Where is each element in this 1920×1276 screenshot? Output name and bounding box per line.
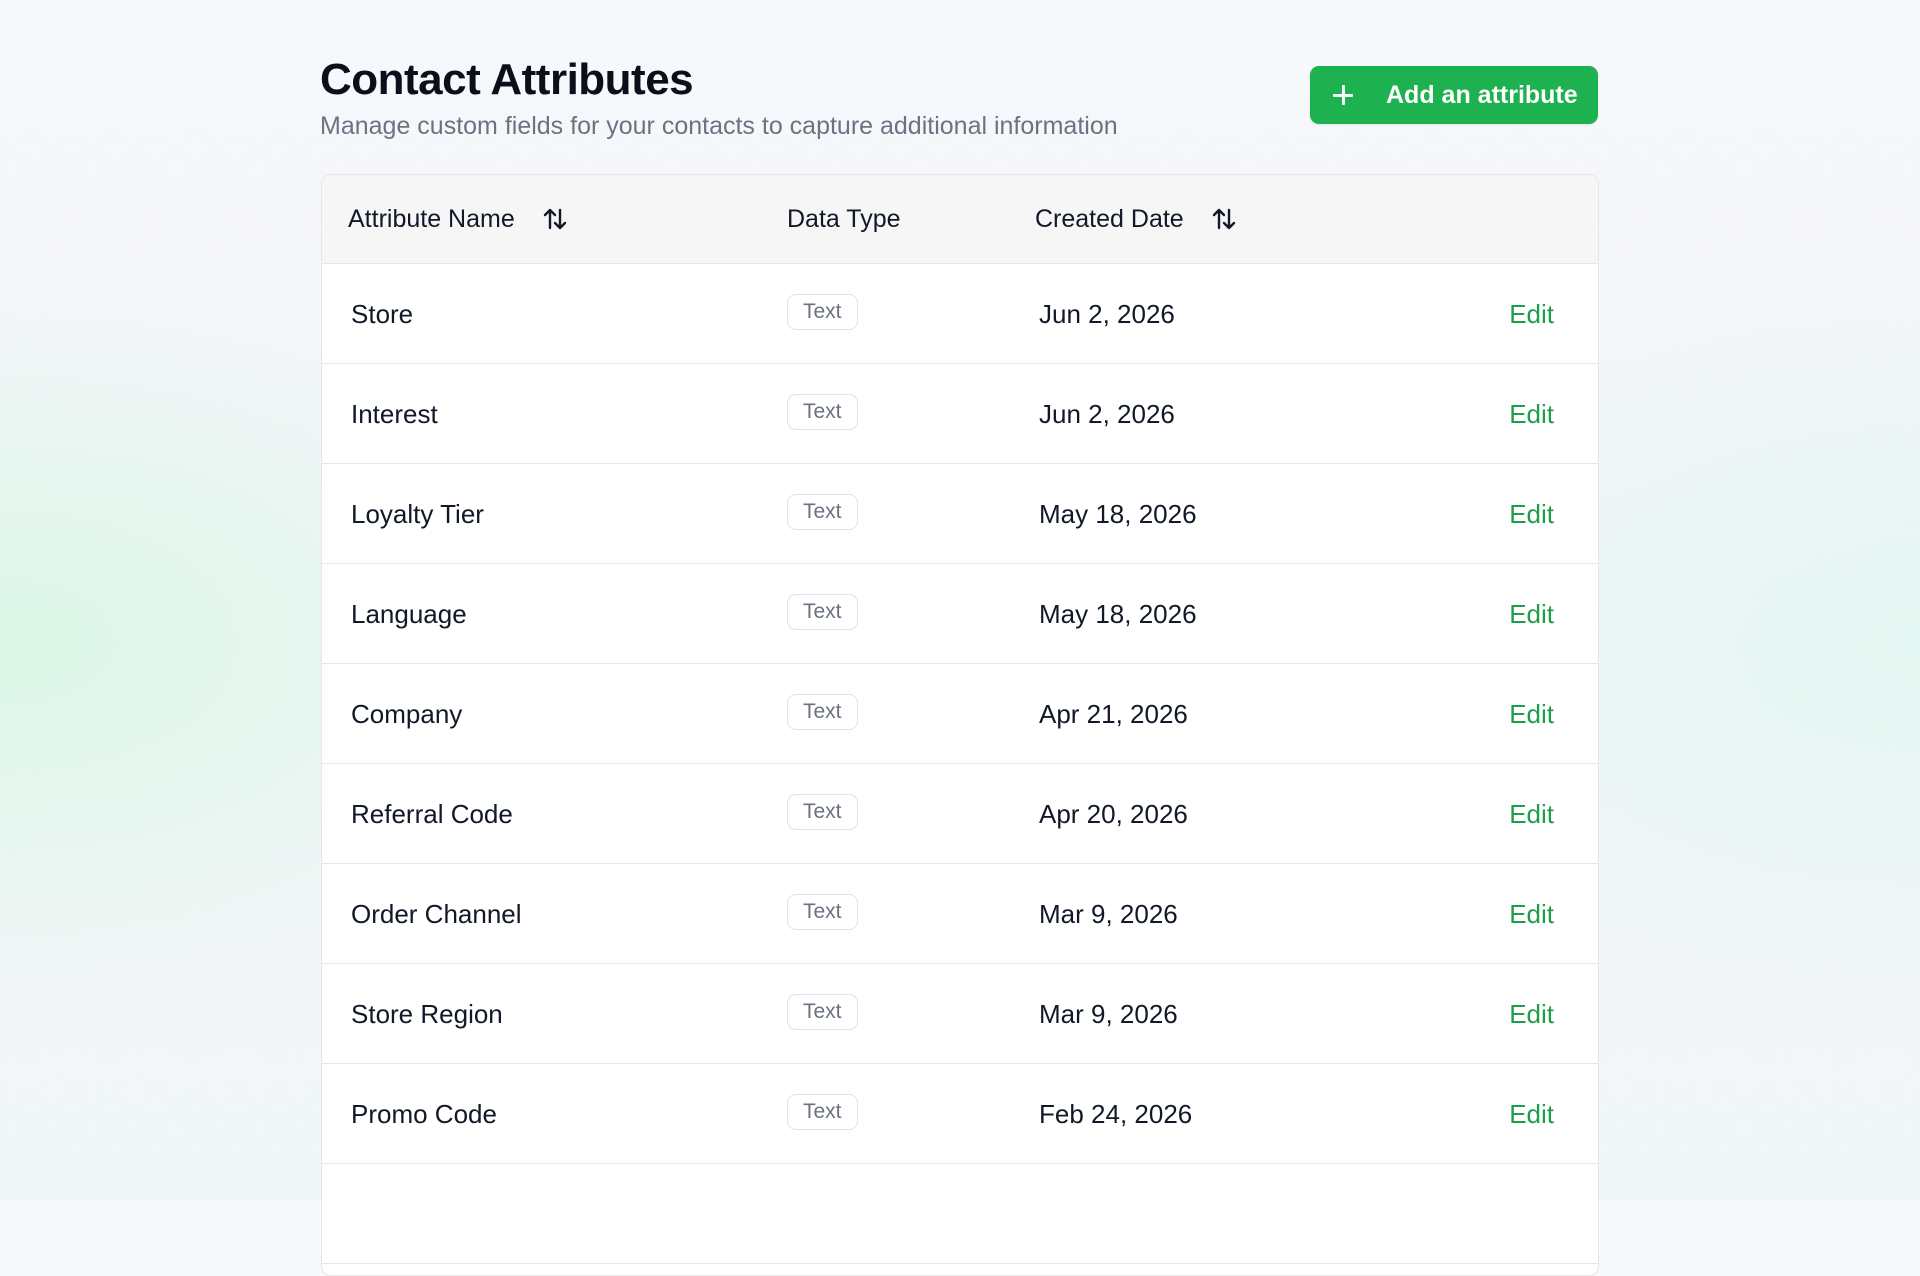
data-type-badge: Text	[787, 394, 858, 430]
table-row: Interest Text Jun 2, 2026 Edit	[322, 364, 1598, 464]
edit-link[interactable]: Edit	[1509, 864, 1554, 964]
table-row: Language Text May 18, 2026 Edit	[322, 564, 1598, 664]
table-row-partial	[322, 1164, 1598, 1264]
created-date: May 18, 2026	[1039, 598, 1197, 629]
table-row: Promo Code Text Feb 24, 2026 Edit	[322, 1064, 1598, 1164]
created-date: Jun 2, 2026	[1039, 398, 1175, 429]
column-header-created-date-label: Created Date	[1035, 204, 1184, 233]
page-subtitle: Manage custom fields for your contacts t…	[320, 112, 1118, 140]
table-header: Attribute Name Data Type Created Date	[322, 175, 1598, 264]
table-body: Store Text Jun 2, 2026 Edit Interest Tex…	[322, 264, 1598, 1264]
data-type-badge: Text	[787, 794, 858, 830]
table-row: Store Text Jun 2, 2026 Edit	[322, 264, 1598, 364]
data-type-badge: Text	[787, 994, 858, 1030]
edit-link[interactable]: Edit	[1509, 264, 1554, 364]
plus-icon	[1332, 84, 1354, 106]
edit-link[interactable]: Edit	[1509, 1064, 1554, 1164]
edit-link[interactable]: Edit	[1509, 764, 1554, 864]
attribute-name: Promo Code	[351, 1098, 497, 1129]
column-header-data-type-label: Data Type	[787, 204, 901, 233]
table-row: Loyalty Tier Text May 18, 2026 Edit	[322, 464, 1598, 564]
data-type-badge: Text	[787, 894, 858, 930]
table-row: Company Text Apr 21, 2026 Edit	[322, 664, 1598, 764]
table-row: Order Channel Text Mar 9, 2026 Edit	[322, 864, 1598, 964]
attribute-name: Company	[351, 698, 463, 729]
attributes-table: Attribute Name Data Type Created Date St…	[321, 174, 1599, 1276]
add-attribute-button[interactable]: Add an attribute	[1310, 66, 1598, 124]
edit-link[interactable]: Edit	[1509, 364, 1554, 464]
table-row: Store Region Text Mar 9, 2026 Edit	[322, 964, 1598, 1064]
column-header-data-type: Data Type	[787, 175, 901, 263]
edit-link[interactable]: Edit	[1509, 964, 1554, 1064]
created-date: Apr 20, 2026	[1039, 798, 1188, 829]
created-date: Feb 24, 2026	[1039, 1098, 1193, 1129]
attribute-name: Interest	[351, 398, 438, 429]
created-date: Mar 9, 2026	[1039, 898, 1178, 929]
edit-link[interactable]: Edit	[1509, 464, 1554, 564]
sort-icon[interactable]	[1210, 205, 1238, 233]
page: Contact Attributes Manage custom fields …	[320, 54, 1599, 1276]
page-title: Contact Attributes	[320, 55, 694, 104]
attribute-name: Loyalty Tier	[351, 498, 484, 529]
created-date: Apr 21, 2026	[1039, 698, 1188, 729]
data-type-badge: Text	[787, 1094, 858, 1130]
attribute-name: Referral Code	[351, 798, 513, 829]
attribute-name: Order Channel	[351, 898, 522, 929]
column-header-attribute-name: Attribute Name	[348, 175, 569, 263]
data-type-badge: Text	[787, 494, 858, 530]
edit-link[interactable]: Edit	[1509, 564, 1554, 664]
data-type-badge: Text	[787, 694, 858, 730]
table-row: Referral Code Text Apr 20, 2026 Edit	[322, 764, 1598, 864]
attribute-name: Store	[351, 298, 414, 329]
created-date: Mar 9, 2026	[1039, 998, 1178, 1029]
attribute-name: Store Region	[351, 998, 503, 1029]
sort-icon[interactable]	[541, 205, 569, 233]
add-attribute-button-label: Add an attribute	[1386, 80, 1578, 109]
created-date: May 18, 2026	[1039, 498, 1197, 529]
page-header: Contact Attributes Manage custom fields …	[320, 54, 1598, 174]
data-type-badge: Text	[787, 594, 858, 630]
column-header-attribute-name-label: Attribute Name	[348, 204, 515, 233]
column-header-created-date: Created Date	[1035, 175, 1238, 263]
attribute-name: Language	[351, 598, 467, 629]
created-date: Jun 2, 2026	[1039, 298, 1175, 329]
data-type-badge: Text	[787, 294, 858, 330]
edit-link[interactable]: Edit	[1509, 664, 1554, 764]
